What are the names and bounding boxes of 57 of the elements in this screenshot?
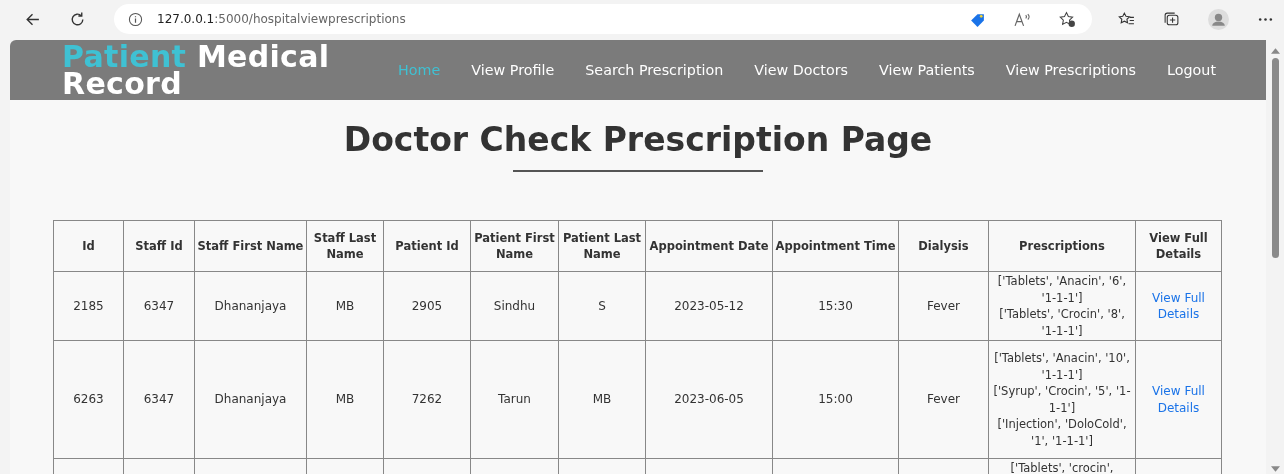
prescription-text: ['Injection', 'DoloCold', '1', '1-1-1']	[996, 416, 1128, 449]
table-cell: Sindhu	[470, 271, 559, 341]
scrollbar-thumb[interactable]	[1271, 58, 1279, 258]
column-header: Prescriptions	[988, 220, 1136, 272]
refresh-icon[interactable]	[69, 10, 86, 28]
prescription-text: ['Tablets', 'Anacin', '10', '1-1-1']	[993, 350, 1131, 383]
url-text: 127.0.0.1:5000/hospitalviewprescriptions	[157, 12, 406, 26]
column-header: Staff Id	[123, 220, 195, 272]
table-cell: MB	[558, 340, 646, 459]
read-aloud-icon[interactable]	[1014, 10, 1031, 28]
nav-link[interactable]: View Patients	[879, 62, 975, 78]
profile-avatar-icon[interactable]	[1208, 8, 1229, 30]
table-cell: Tarun	[470, 340, 559, 459]
table-cell: 2185	[53, 271, 124, 341]
info-icon[interactable]	[128, 11, 143, 27]
table-cell: 6347	[123, 271, 195, 341]
column-header: Appointment Time	[772, 220, 899, 272]
table-cell: S	[558, 271, 646, 341]
site-logo[interactable]: Patient Medical Record	[62, 43, 362, 97]
table-cell: MB	[306, 271, 384, 341]
table-cell: 6263	[53, 340, 124, 459]
column-header: Patient Id	[383, 220, 471, 272]
table-cell: 2905	[383, 271, 471, 341]
prescription-text: ['Tablets', 'Anacin', '6', '1-1-1']	[996, 273, 1128, 306]
column-header: Staff First Name	[194, 220, 307, 272]
nav-link[interactable]: View Doctors	[754, 62, 849, 78]
column-header: Dialysis	[898, 220, 989, 272]
nav-link[interactable]: View Prescriptions	[1005, 62, 1137, 78]
table-cell: Dhananjaya	[194, 340, 307, 459]
table-cell: Dhananjaya	[194, 271, 307, 341]
column-header: Appointment Date	[645, 220, 773, 272]
table-cell: 15:00	[772, 340, 899, 459]
table-cell: 2023-05-12	[645, 271, 773, 341]
nav-link[interactable]: Search Prescription	[585, 62, 724, 78]
nav-link[interactable]: Logout	[1167, 62, 1216, 78]
page-title: Doctor Check Prescription Page	[343, 120, 933, 160]
nav-link[interactable]: View Profile	[471, 62, 555, 78]
prescription-text: ['Tablets', 'crocin',	[1009, 460, 1115, 474]
column-header: Patient Last Name	[558, 220, 646, 272]
column-header: Patient First Name	[470, 220, 559, 272]
prescription-text: ['Tablets', 'Crocin', '8', '1-1-1']	[998, 306, 1126, 339]
table-cell: Fever	[898, 340, 989, 459]
address-field[interactable]: 127.0.0.1:5000/hospitalviewprescriptions	[114, 4, 1092, 34]
scroll-up-icon[interactable]	[1270, 48, 1280, 54]
star-add-icon[interactable]	[1059, 10, 1076, 28]
column-header: View Full Details	[1135, 220, 1222, 272]
scroll-down-icon[interactable]	[1270, 466, 1280, 472]
prescription-text: ['Syrup', 'Crocin', '5', '1-1-1']	[992, 383, 1132, 416]
collections-icon[interactable]	[1163, 10, 1180, 28]
column-header: Id	[53, 220, 124, 272]
table-cell: 15:30	[772, 271, 899, 341]
column-header: Staff Last Name	[306, 220, 384, 272]
table-cell: Fever	[898, 271, 989, 341]
table-cell: 6347	[123, 340, 195, 459]
table-cell: 2023-06-05	[645, 340, 773, 459]
table-cell: 7262	[383, 340, 471, 459]
table-cell: MB	[306, 340, 384, 459]
